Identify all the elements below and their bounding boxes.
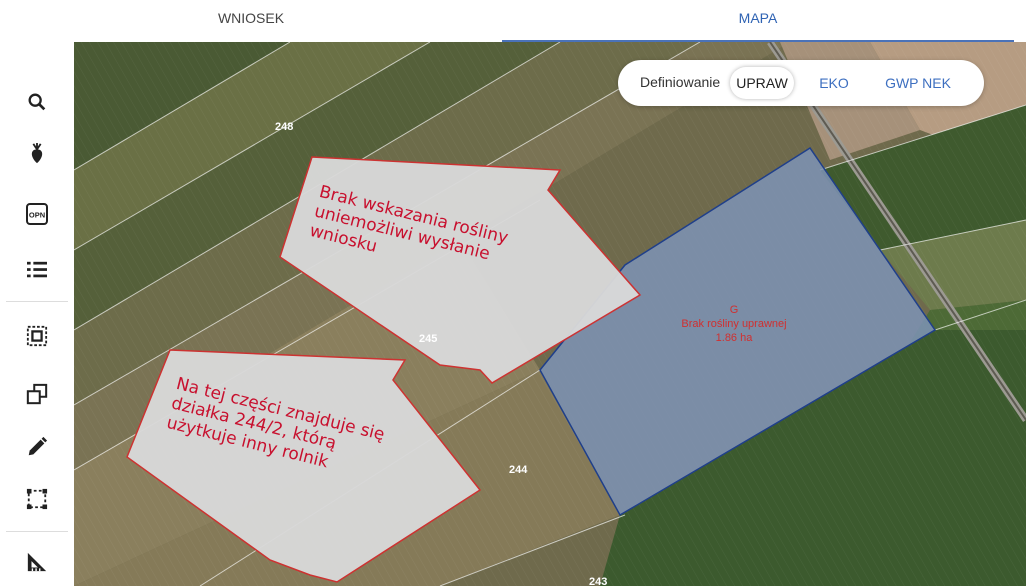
plot-code: G	[729, 304, 739, 316]
measure-icon[interactable]	[22, 547, 52, 577]
parcel-label: 243	[589, 576, 608, 586]
parcel-label: 248	[275, 121, 294, 133]
plot-status: Brak rośliny uprawnej	[681, 318, 787, 330]
toolbar-divider	[6, 531, 68, 532]
crop-icon[interactable]	[22, 139, 52, 169]
plot-area: 1.86 ha	[715, 332, 753, 344]
map-toolbar: OPN	[0, 42, 74, 586]
definiowanie-label: Definiowanie	[640, 74, 721, 90]
tab-wniosek[interactable]: WNIOSEK	[0, 0, 502, 40]
parcel-label: 244	[509, 464, 528, 476]
select-area-icon[interactable]	[22, 321, 52, 351]
parcel-label: 245	[419, 333, 438, 345]
list-icon[interactable]	[22, 255, 52, 285]
eko-button[interactable]: EKO	[812, 67, 856, 99]
svg-text:OPN: OPN	[29, 211, 45, 220]
plot-info[interactable]: G Brak rośliny uprawnej 1.86 ha	[654, 303, 814, 345]
copy-icon[interactable]	[22, 379, 52, 409]
gwp-nek-button[interactable]: GWP NEK	[876, 67, 960, 99]
pencil-icon[interactable]	[22, 432, 52, 462]
upraw-button[interactable]: UPRAW	[730, 67, 794, 99]
satellite-map[interactable]: 248 245 244 243 G Brak rośliny uprawnej …	[74, 42, 1026, 586]
tab-mapa[interactable]: MAPA	[502, 0, 1014, 42]
opn-icon[interactable]: OPN	[22, 199, 52, 229]
search-icon[interactable]	[22, 87, 52, 117]
dashed-rect-icon[interactable]	[22, 484, 52, 514]
top-tab-bar: WNIOSEK MAPA	[0, 0, 1026, 43]
definiowanie-toggle: Definiowanie UPRAW EKO GWP NEK	[618, 60, 984, 106]
toolbar-divider	[6, 301, 68, 302]
